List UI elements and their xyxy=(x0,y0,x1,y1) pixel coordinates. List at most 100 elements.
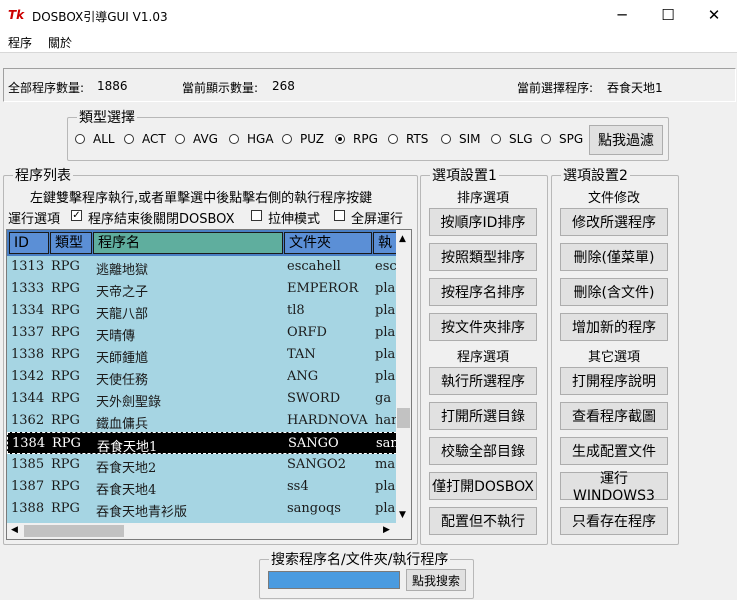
cell-type: RPG xyxy=(51,457,80,472)
search-input[interactable] xyxy=(268,571,400,589)
table-row[interactable]: 1334 RPG 天龍八部 tl8 pla xyxy=(7,300,397,322)
radio-hga[interactable] xyxy=(229,134,239,144)
sort-button-4[interactable]: 按文件夾排序 xyxy=(429,313,537,341)
radio-puz[interactable] xyxy=(282,134,292,144)
table-row[interactable]: 1338 RPG 天師鍾馗 TAN pla xyxy=(7,344,397,366)
fullscreen-label: 全屏運行 xyxy=(351,212,404,227)
cell-id: 1385 xyxy=(11,457,45,472)
settings1-title: 選項設置1 xyxy=(430,165,499,185)
column-id[interactable]: ID xyxy=(9,232,49,254)
cell-exec: ga xyxy=(375,391,392,406)
other-button-4[interactable]: 運行WINDOWS3 xyxy=(560,471,668,504)
close-dosbox-checkbox[interactable]: ✓ xyxy=(71,210,82,221)
radio-spg[interactable] xyxy=(541,134,551,144)
cell-folder: sangoqs xyxy=(287,501,341,516)
radio-slg[interactable] xyxy=(491,134,501,144)
radio-sim[interactable] xyxy=(441,134,451,144)
other-button-2[interactable]: 查看程序截圖 xyxy=(560,402,668,430)
fullscreen-checkbox[interactable] xyxy=(334,210,345,221)
table-header: ID 類型 程序名 文件夾 執 xyxy=(7,230,397,256)
stretch-mode-checkbox[interactable] xyxy=(251,210,262,221)
program-button-1[interactable]: 執行所選程序 xyxy=(429,367,537,395)
cell-name: 鐵血傭兵 xyxy=(96,417,149,432)
other-button-1[interactable]: 打開程序說明 xyxy=(560,367,668,395)
table-row-selected[interactable]: 1384 RPG 吞食天地1 SANGO san xyxy=(7,432,398,455)
column-folder[interactable]: 文件夾 xyxy=(284,232,372,254)
radio-label-act: ACT xyxy=(142,132,166,146)
column-name[interactable]: 程序名 xyxy=(93,232,283,254)
menu-bar xyxy=(0,30,737,53)
program-button-4[interactable]: 僅打開DOSBOX xyxy=(429,472,537,500)
horizontal-scroll-thumb[interactable] xyxy=(24,525,124,537)
sort-button-2[interactable]: 按照類型排序 xyxy=(429,243,537,271)
radio-all[interactable] xyxy=(75,134,85,144)
table-row[interactable]: 1362 RPG 鐵血傭兵 HARDNOVA har xyxy=(7,410,397,432)
radio-label-spg: SPG xyxy=(559,132,584,146)
cell-id: 1342 xyxy=(11,369,45,384)
program-button-5[interactable]: 配置但不執行 xyxy=(429,507,537,535)
radio-avg[interactable] xyxy=(175,134,185,144)
horizontal-scrollbar[interactable]: ◀ ▶ xyxy=(7,523,411,539)
cell-id: 1387 xyxy=(11,479,45,494)
cell-folder: SANGO2 xyxy=(287,457,346,472)
radio-act[interactable] xyxy=(124,134,134,144)
other-button-5[interactable]: 只看存在程序 xyxy=(560,507,668,535)
cell-id: 1337 xyxy=(11,325,45,340)
table-row[interactable]: 1342 RPG 天使任務 ANG pla xyxy=(7,366,397,388)
minimize-button[interactable]: ─ xyxy=(599,0,645,30)
cell-exec: pla xyxy=(375,501,396,516)
maximize-button[interactable]: ☐ xyxy=(645,0,691,30)
scroll-up-icon[interactable]: ▲ xyxy=(399,234,406,244)
cell-type: RPG xyxy=(51,303,80,318)
column-exec[interactable]: 執 xyxy=(373,232,397,254)
column-type[interactable]: 類型 xyxy=(50,232,92,254)
cell-name: 吞食天地2 xyxy=(96,461,157,476)
cell-id: 1362 xyxy=(11,413,45,428)
file-button-4[interactable]: 增加新的程序 xyxy=(560,313,668,341)
scroll-down-icon[interactable]: ▼ xyxy=(399,510,406,520)
table-row[interactable]: 1337 RPG 天晴傳 ORFD pla xyxy=(7,322,397,344)
selected-program-value: 吞食天地1 xyxy=(607,81,663,95)
cell-type: RPG xyxy=(51,259,80,274)
program-button-2[interactable]: 打開所選目錄 xyxy=(429,402,537,430)
cell-id: 1384 xyxy=(12,436,46,451)
cell-exec: pla xyxy=(375,347,396,362)
cell-folder: ORFD xyxy=(287,325,327,340)
filter-button[interactable]: 點我過濾 xyxy=(589,125,663,155)
cell-name: 吞食天地青衫版 xyxy=(96,505,188,520)
table-row[interactable]: 1385 RPG 吞食天地2 SANGO2 ma xyxy=(7,454,397,476)
file-button-1[interactable]: 修改所選程序 xyxy=(560,208,668,236)
scroll-right-icon[interactable]: ▶ xyxy=(383,525,390,535)
menu-program[interactable]: 程序 xyxy=(8,34,32,51)
close-button[interactable]: ✕ xyxy=(691,0,737,30)
menu-about[interactable]: 關於 xyxy=(48,34,72,51)
cell-name: 天龍八部 xyxy=(96,307,149,322)
sort-button-3[interactable]: 按程序名排序 xyxy=(429,278,537,306)
file-button-3[interactable]: 刪除(含文件) xyxy=(560,278,668,306)
program-table[interactable]: ID 類型 程序名 文件夾 執 1313 RPG 逃離地獄 escahell esc 13… xyxy=(6,229,412,540)
cell-folder: TAN xyxy=(287,347,316,362)
file-options-label: 文件修改 xyxy=(587,191,640,206)
vertical-scroll-thumb[interactable] xyxy=(397,408,410,428)
cell-type: RPG xyxy=(52,436,81,451)
vertical-scrollbar[interactable]: ▲ ▼ xyxy=(396,230,411,523)
table-row[interactable]: 1344 RPG 天外劍聖錄 SWORD ga xyxy=(7,388,397,410)
table-row[interactable]: 1388 RPG 吞食天地青衫版 sangoqs pla xyxy=(7,498,397,520)
table-row[interactable]: 1387 RPG 吞食天地4 ss4 pla xyxy=(7,476,397,498)
search-button[interactable]: 點我搜索 xyxy=(406,569,466,591)
radio-rts[interactable] xyxy=(388,134,398,144)
table-row[interactable]: 1313 RPG 逃離地獄 escahell esc xyxy=(7,256,397,278)
radio-label-avg: AVG xyxy=(193,132,218,146)
scroll-left-icon[interactable]: ◀ xyxy=(11,525,18,535)
other-button-3[interactable]: 生成配置文件 xyxy=(560,437,668,465)
program-button-3[interactable]: 校驗全部目錄 xyxy=(429,437,537,465)
sort-button-1[interactable]: 按順序ID排序 xyxy=(429,208,537,236)
cell-folder: ss4 xyxy=(287,479,309,494)
cell-name: 吞食天地4 xyxy=(96,483,157,498)
table-row[interactable]: 1333 RPG 天帝之子 EMPEROR pla xyxy=(7,278,397,300)
radio-rpg[interactable] xyxy=(335,134,345,144)
file-button-2[interactable]: 刪除(僅菜單) xyxy=(560,243,668,271)
radio-label-rpg: RPG xyxy=(353,132,378,146)
cell-name: 逃離地獄 xyxy=(96,263,149,278)
cell-id: 1388 xyxy=(11,501,45,516)
